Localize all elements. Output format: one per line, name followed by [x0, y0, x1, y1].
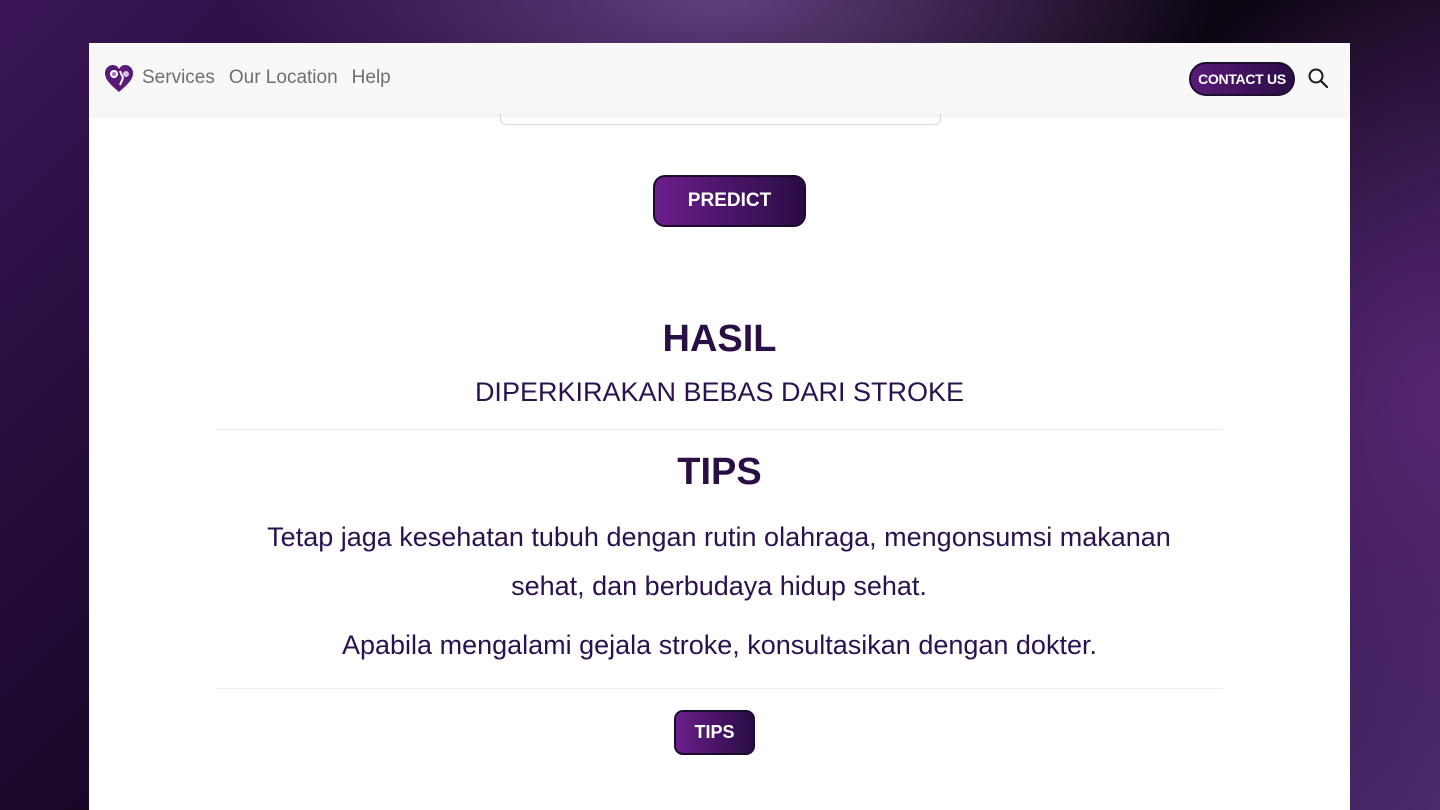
tips-button[interactable]: TIPS [674, 710, 755, 755]
nav-link-our-location[interactable]: Our Location [229, 67, 338, 89]
nav-link-services[interactable]: Services [142, 67, 215, 89]
predict-button[interactable]: PREDICT [653, 175, 806, 227]
divider [215, 429, 1223, 430]
browser-window: Services Our Location Help CONTACT US PR… [89, 43, 1350, 810]
navbar: Services Our Location Help CONTACT US [89, 43, 1350, 114]
tips-title: TIPS [677, 451, 762, 493]
heart-brain-icon[interactable] [103, 63, 135, 95]
contact-us-button[interactable]: CONTACT US [1189, 62, 1295, 96]
tips-advice: Apabila mengalami gejala stroke, konsult… [342, 630, 1097, 660]
result-title: HASIL [662, 318, 777, 360]
tips-text: Tetap jaga kesehatan tubuh dengan rutin … [267, 522, 1171, 601]
divider [215, 688, 1223, 689]
nav-link-help[interactable]: Help [352, 67, 391, 89]
search-icon[interactable] [1307, 67, 1329, 89]
nav-links: Services Our Location Help [142, 67, 391, 89]
result-value: DIPERKIRAKAN BEBAS DARI STROKE [474, 377, 965, 407]
